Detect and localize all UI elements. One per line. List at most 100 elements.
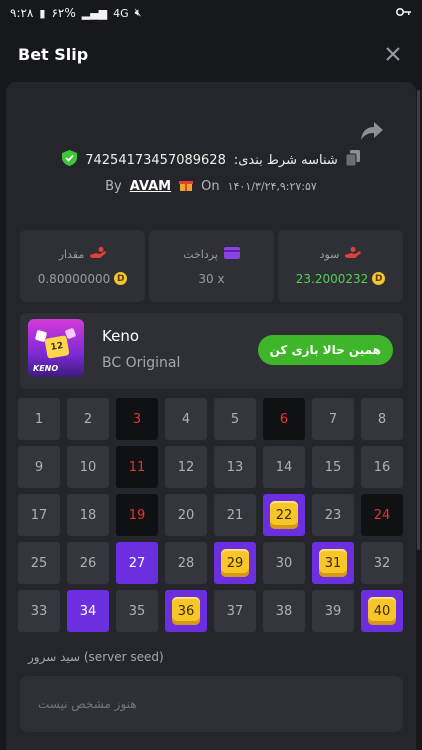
keno-cell-number: 24 [373,507,391,523]
keno-cell-12: 12 [165,446,207,488]
server-seed-field[interactable]: هنوز مشخص نیست [20,676,403,732]
keno-cell-number: 26 [79,555,97,571]
by-label: By [105,179,122,194]
bet-hand-icon [90,246,107,262]
keno-cell-number: 15 [324,459,342,475]
keno-cell-7: 7 [312,398,354,440]
keno-cell-number: 10 [79,459,97,475]
stat-amount-label: مقدار [58,247,85,261]
keno-cell-24: 24 [361,494,403,536]
keno-cell-number: 3 [132,411,142,427]
keno-cell-39: 39 [312,590,354,632]
stat-amount: مقدار 0.80000000 D [20,230,145,302]
keno-cell-number: 9 [34,459,44,475]
keno-cell-5: 5 [214,398,256,440]
keno-cell-number: 34 [79,603,97,619]
keno-cell-29: 29 [214,542,256,584]
key-icon [395,6,412,20]
keno-cell-number: 37 [226,603,244,619]
stat-payout-value: 30 x [198,271,225,286]
bet-id-row: 74254173457089628 شناسه شرط بندی: [6,150,416,170]
keno-cell-number: 1 [34,411,44,427]
keno-cell-16: 16 [361,446,403,488]
gift-icon [179,178,194,195]
close-icon[interactable] [382,43,404,65]
mute-icon: 🔇︎ [134,6,142,19]
keno-cell-number: 18 [79,507,97,523]
keno-cell-25: 25 [18,542,60,584]
keno-cell-36: 36 [165,590,207,632]
game-name: Keno [102,327,140,345]
keno-cell-number: 35 [128,603,146,619]
header: Bet Slip [0,26,422,82]
bet-meta-row: By AVAM On ۱۴۰۱/۳/۲۴,۹:۲۷:۵۷ [6,178,416,195]
stat-profit: سود 23.2000232 D [278,230,403,302]
keno-cell-3: 3 [116,398,158,440]
keno-cell-number: 16 [373,459,391,475]
keno-cell-4: 4 [165,398,207,440]
game-thumbnail[interactable]: 12 KENO [28,319,84,377]
keno-cell-11: 11 [116,446,158,488]
keno-cell-number: 13 [226,459,244,475]
bet-slip-panel: 74254173457089628 شناسه شرط بندی: By AVA… [6,82,416,750]
keno-cell-34: 34 [67,590,109,632]
hit-gem-icon: 36 [172,597,200,625]
keno-cell-number: 21 [226,507,244,523]
keno-cell-26: 26 [67,542,109,584]
keno-cell-23: 23 [312,494,354,536]
keno-cell-number: 19 [128,507,146,523]
keno-cell-number: 28 [177,555,195,571]
coin-icon: D [372,272,386,285]
keno-cell-32: 32 [361,542,403,584]
keno-cell-number: 17 [30,507,48,523]
card-icon [223,246,240,262]
status-left: ۹:۲۸ ▮ ۶۲% ▂▄▆ 4G 🔇︎ [10,6,142,20]
keno-cell-35: 35 [116,590,158,632]
keno-cell-9: 9 [18,446,60,488]
bet-stats: مقدار 0.80000000 D پرداخت 30 x سود 23.20… [20,230,403,302]
keno-cell-10: 10 [67,446,109,488]
status-bar: ۹:۲۸ ▮ ۶۲% ▂▄▆ 4G 🔇︎ [0,0,422,26]
copy-icon[interactable] [345,150,360,170]
keno-cell-31: 31 [312,542,354,584]
keno-cell-number: 30 [275,555,293,571]
on-label: On [201,179,220,194]
keno-cell-28: 28 [165,542,207,584]
keno-cell-number: 11 [128,459,146,475]
keno-cell-number: 33 [30,603,48,619]
keno-cell-8: 8 [361,398,403,440]
keno-cell-30: 30 [263,542,305,584]
stat-payout-label: پرداخت [183,247,218,261]
thumb-text: KENO [33,364,59,373]
keno-cell-19: 19 [116,494,158,536]
signal-icon: ▂▄▆ [81,6,108,20]
play-now-button[interactable]: همین حالا بازی کن [257,335,393,365]
share-icon[interactable] [360,120,384,144]
keno-cell-2: 2 [67,398,109,440]
keno-cell-1: 1 [18,398,60,440]
hit-gem-icon: 40 [368,597,396,625]
dice-icon: 12 [44,335,70,359]
coin-icon: D [114,272,128,285]
keno-cell-number: 27 [128,555,146,571]
bet-id-label: شناسه شرط بندی: [233,152,338,168]
username-link[interactable]: AVAM [130,179,171,194]
keno-cell-21: 21 [214,494,256,536]
keno-cell-number: 14 [275,459,293,475]
keno-cell-14: 14 [263,446,305,488]
keno-cell-6: 6 [263,398,305,440]
bet-id-value: 74254173457089628 [85,152,226,168]
keno-cell-27: 27 [116,542,158,584]
game-card: 12 KENO Keno BC Original همین حالا بازی … [20,313,403,389]
keno-cell-38: 38 [263,590,305,632]
scrollbar[interactable] [417,90,420,550]
stat-amount-value: 0.80000000 [37,271,111,286]
stat-profit-value: 23.2000232 [295,271,369,286]
hit-gem-icon: 29 [221,549,249,577]
network-type: 4G [113,6,129,20]
hit-gem-icon: 22 [270,501,298,529]
status-battery: ۶۲% [51,6,76,20]
keno-board: 1 2 3 4 5 6 7 8 9 10 11 12 13 14 15 16 17 18 19 20 21 22 23 24 2… [18,398,404,632]
game-provider: BC Original [102,355,181,371]
stat-payout: پرداخت 30 x [149,230,274,302]
